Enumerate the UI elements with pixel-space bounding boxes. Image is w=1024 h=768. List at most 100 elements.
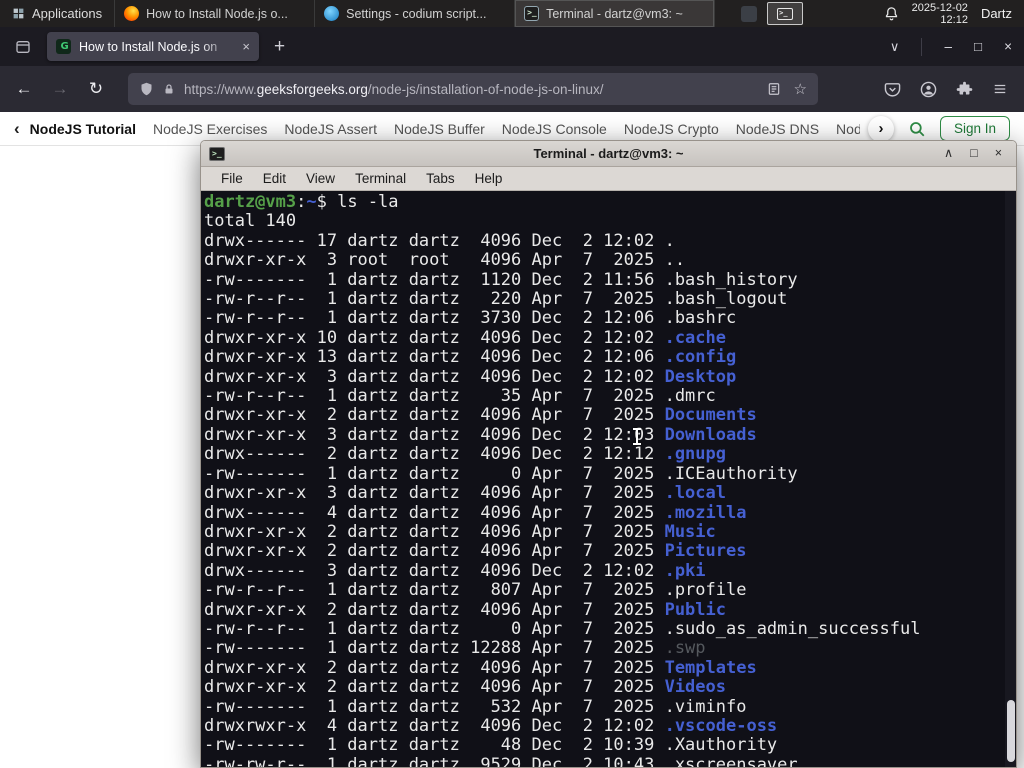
file-name: Desktop [664,366,737,387]
file-name: .profile [664,580,747,601]
account-avatar-icon[interactable] [920,81,937,98]
file-meta: drwxr-xr-x 10 dartz dartz 4096 Dec 2 12:… [204,327,665,348]
window-maximize-button[interactable]: □ [974,39,982,54]
window-title-label: Terminal - dartz@vm3: ~ [546,6,683,21]
file-name: .pki [664,560,706,581]
file-meta: -rw-r--r-- 1 dartz dartz 220 Apr 7 2025 [204,289,665,310]
browser-tab[interactable]: How to Install Node.js on × [47,32,259,61]
terminal-line: drwxr-xr-x 2 dartz dartz 4096 Apr 7 2025… [204,600,1004,620]
file-name: . [664,230,675,251]
terminal-line: drwxr-xr-x 2 dartz dartz 4096 Apr 7 2025… [204,406,1004,425]
terminal-window: Terminal - dartz@vm3: ~ ∧ □ × File Edit … [200,140,1017,768]
applications-label: Applications [32,6,103,21]
terminal-line: -rw-r--r-- 1 dartz dartz 0 Apr 7 2025 .s… [204,619,1004,639]
applications-menu-button[interactable]: Applications [0,0,116,27]
subnav-link[interactable]: NodeJS Exercises [153,121,267,137]
file-meta: drwx------ 17 dartz dartz 4096 Dec 2 12:… [204,230,665,251]
tracking-shield-icon[interactable] [139,81,154,97]
subnav-link[interactable]: NodeJS Tutorial [30,121,136,137]
file-meta: drwxr-xr-x 2 dartz dartz 4096 Apr 7 2025 [204,405,665,426]
prompt-user-host: dartz@vm3 [204,192,297,212]
terminal-scrollbar[interactable] [1005,191,1016,767]
bookmark-star-icon[interactable]: ☆ [794,80,807,98]
url-bar[interactable]: https://www.geeksforgeeks.org/node-js/in… [128,73,818,105]
reader-view-icon[interactable] [767,82,781,96]
window-minimize-button[interactable]: – [944,39,952,54]
taskbar-window-button[interactable]: Terminal - dartz@vm3: ~ [515,0,716,27]
url-text[interactable]: https://www.geeksforgeeks.org/node-js/in… [184,82,758,97]
file-name: .cache [664,327,726,348]
terminal-menu-item[interactable]: View [296,169,345,188]
scrollbar-thumb[interactable] [1006,700,1015,762]
tray-terminal-icon[interactable] [767,2,804,25]
window-close-button[interactable]: × [1004,39,1012,54]
file-name: Documents [664,405,757,426]
tab-title: How to Install Node.js on [79,39,218,54]
hamburger-menu-icon[interactable] [992,82,1008,96]
terminal-maximize-button[interactable]: □ [970,147,978,160]
list-all-tabs-icon[interactable]: ∨ [890,39,900,55]
subnav-link[interactable]: NodeJS Buffer [394,121,485,137]
terminal-menubar: File Edit View Terminal Tabs Help [201,167,1016,191]
sign-in-button[interactable]: Sign In [939,116,1010,141]
terminal-menu-item[interactable]: File [211,169,253,188]
terminal-line: drwxrwxr-x 4 dartz dartz 4096 Dec 2 12:0… [204,716,1004,736]
tray-app-icon[interactable] [741,5,758,22]
terminal-line: drwxr-xr-x 3 dartz dartz 4096 Apr 7 2025… [204,483,1004,503]
search-icon[interactable] [908,120,926,138]
file-meta: -rw-rw-r-- 1 dartz dartz 9529 Dec 2 10:4… [204,754,665,767]
terminal-content[interactable]: dartz@vm3:~$ ls -la total 140 drwx------… [201,191,1016,767]
file-name: .ICEauthority [664,463,798,484]
padlock-icon[interactable] [163,82,175,97]
reload-button[interactable]: ↻ [84,79,108,99]
toolbar-right-icons [884,81,1012,98]
firefox-view-icon[interactable] [8,33,38,61]
window-title-label: How to Install Node.js o... [146,6,288,21]
system-tray [741,2,804,25]
url-scheme: https://www. [184,81,257,97]
file-meta: drwxr-xr-x 3 root root 4096 Apr 7 2025 [204,250,665,271]
terminal-menu-item[interactable]: Tabs [416,169,465,188]
file-name: .viminfo [664,696,747,717]
terminal-menu-item[interactable]: Help [465,169,513,188]
terminal-menu-item[interactable]: Terminal [345,169,416,188]
tab-bar-right: ∨ – □ × [890,37,1016,56]
terminal-line: drwxr-xr-x 3 dartz dartz 4096 Dec 2 12:0… [204,425,1004,445]
tab-close-icon[interactable]: × [242,39,250,54]
terminal-line: drwxr-xr-x 3 dartz dartz 4096 Dec 2 12:0… [204,366,1004,387]
terminal-titlebar[interactable]: Terminal - dartz@vm3: ~ ∧ □ × [201,141,1016,167]
subnav-link[interactable]: NodeJS Assert [284,121,377,137]
tab-bar: How to Install Node.js on × + ∨ – □ × [0,27,1024,66]
taskbar-window-button[interactable]: How to Install Node.js o... [115,0,316,27]
terminal-minimize-button[interactable]: ∧ [944,147,953,160]
extensions-puzzle-icon[interactable] [956,81,973,98]
file-name: Music [664,521,716,542]
clock[interactable]: 2025-12-02 12:12 [912,2,968,26]
back-button[interactable]: ← [12,79,36,99]
prompt-suffix: $ [316,192,338,212]
notification-bell-icon[interactable] [884,6,899,21]
subnav-link[interactable]: NodeJS Console [502,121,607,137]
file-meta: drwxr-xr-x 3 dartz dartz 4096 Dec 2 12:0… [204,366,665,387]
scroll-left-chevron-icon[interactable]: ‹ [14,119,20,139]
subnav-link[interactable]: NodeJS DNS [736,121,819,137]
subnav-right: › Sign In [867,115,1010,142]
new-tab-button[interactable]: + [268,37,291,56]
user-menu[interactable]: Dartz [981,6,1012,21]
file-name: .bash_logout [664,289,788,310]
forward-button[interactable]: → [48,79,72,99]
pocket-icon[interactable] [884,81,901,98]
subnav-link[interactable]: Node [836,121,860,137]
terminal-close-button[interactable]: × [995,147,1002,160]
subnav-link[interactable]: NodeJS Crypto [624,121,719,137]
scroll-right-chevron-icon[interactable]: › [867,115,894,142]
clock-time: 12:12 [940,13,968,26]
file-meta: -rw------- 1 dartz dartz 0 Apr 7 2025 [204,463,665,484]
window-favicon-icon [524,6,540,21]
mouse-cursor-ibeam [632,428,642,445]
window-title-label: Settings - codium script... [346,6,487,21]
file-name: Videos [664,677,726,698]
taskbar-window-button[interactable]: Settings - codium script... [315,0,516,27]
terminal-menu-item[interactable]: Edit [253,169,296,188]
prompt-command: ls -la [337,192,399,212]
